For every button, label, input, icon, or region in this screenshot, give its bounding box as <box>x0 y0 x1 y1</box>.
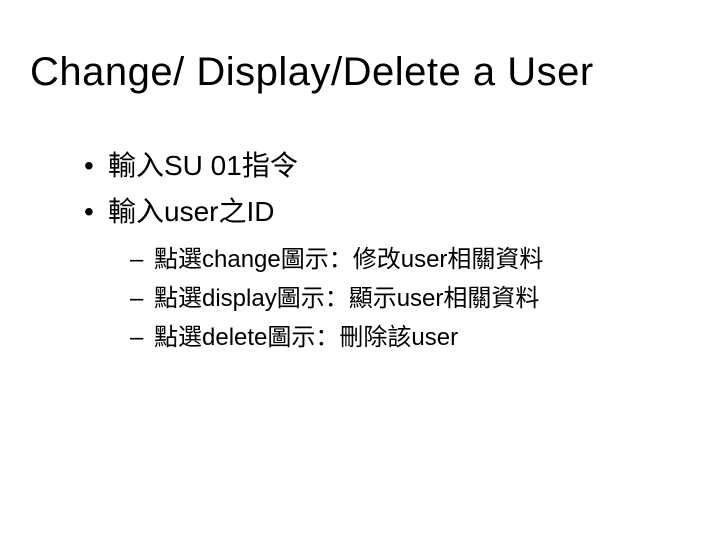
list-item: 輸入SU 01指令 <box>80 145 690 187</box>
list-item: 點選delete圖示：刪除該user <box>130 319 690 356</box>
bullet-text: 點選delete圖示：刪除該user <box>154 324 458 351</box>
bullet-text: 輸入user之ID <box>108 196 274 227</box>
bullet-text: 輸入SU 01指令 <box>108 150 298 181</box>
slide: Change/ Display/Delete a User 輸入SU 01指令 … <box>0 0 720 540</box>
bullet-text: 點選change圖示：修改user相關資料 <box>154 246 543 273</box>
list-item: 點選display圖示：顯示user相關資料 <box>130 280 690 317</box>
content-area: 輸入SU 01指令 輸入user之ID 點選change圖示：修改user相關資… <box>30 145 690 357</box>
list-item: 點選change圖示：修改user相關資料 <box>130 241 690 278</box>
bullet-text: 點選display圖示：顯示user相關資料 <box>154 285 539 312</box>
page-title: Change/ Display/Delete a User <box>30 50 690 95</box>
sub-list: 點選change圖示：修改user相關資料 點選display圖示：顯示user… <box>80 241 690 357</box>
list-item: 輸入user之ID <box>80 191 690 233</box>
